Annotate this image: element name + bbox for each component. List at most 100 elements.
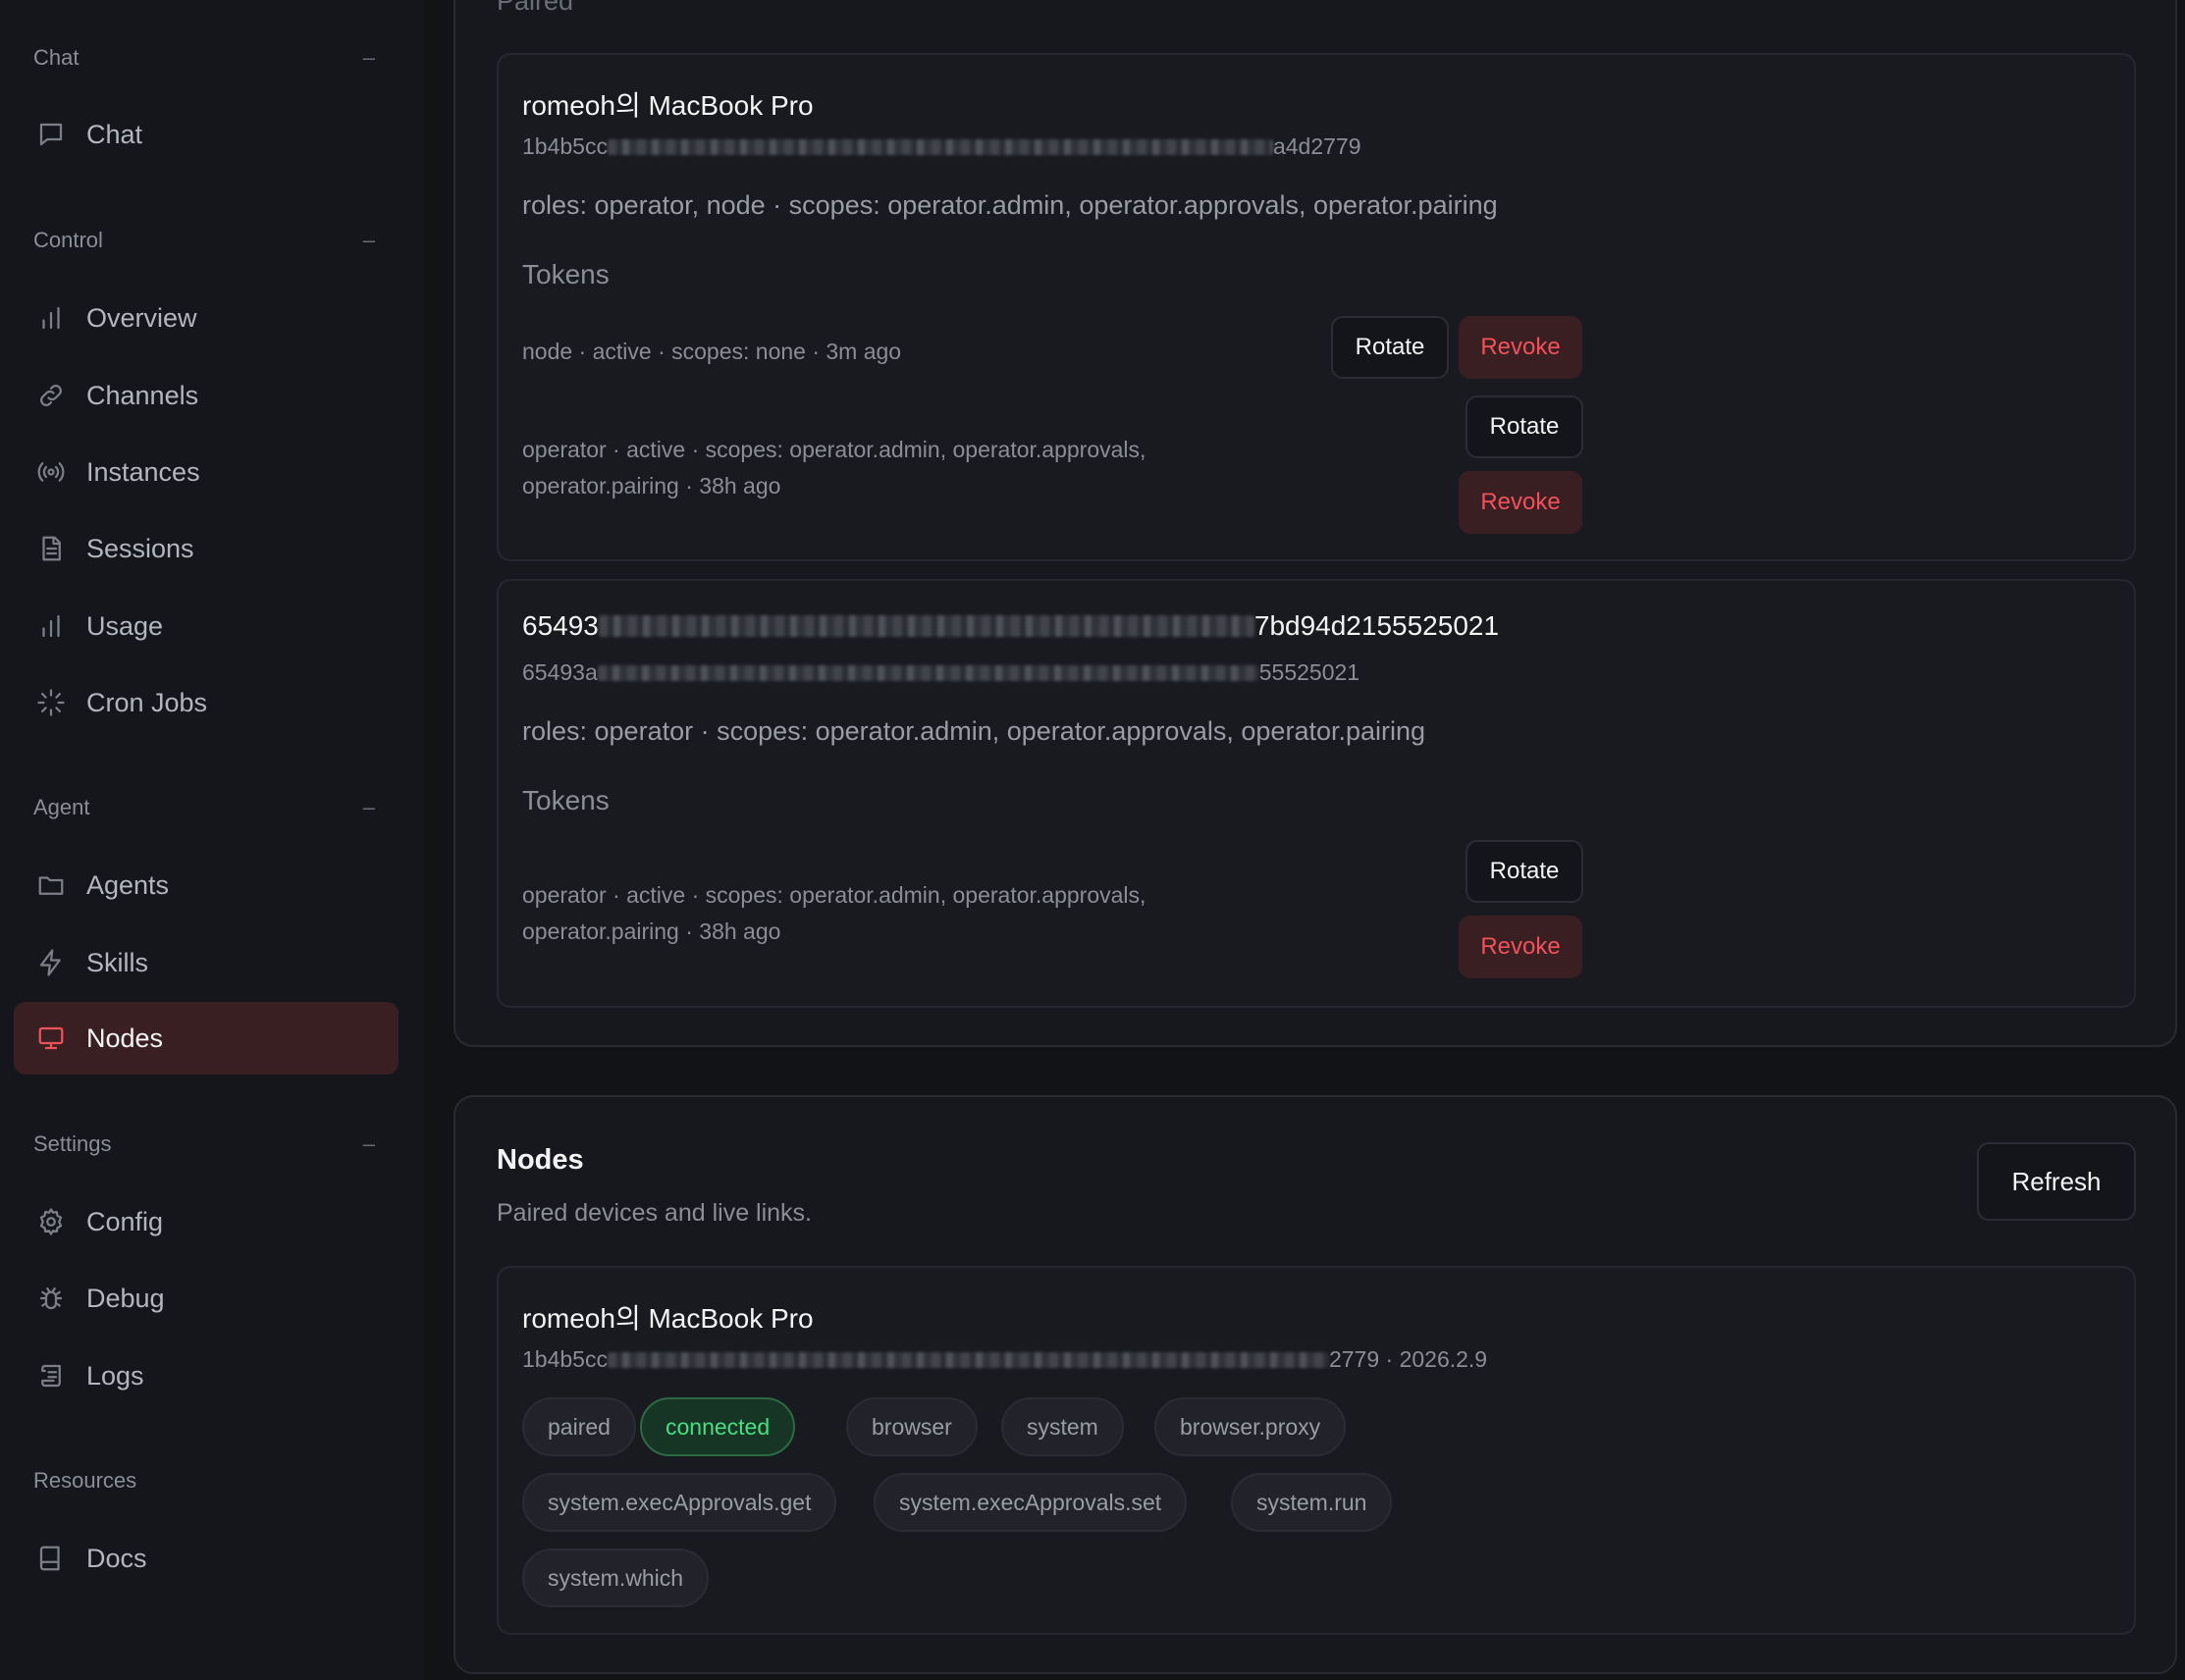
- device-roles: roles: operator, node · scopes: operator…: [522, 190, 1498, 220]
- sidebar-item-label: Usage: [86, 610, 164, 641]
- sidebar-item-label: Cron Jobs: [86, 687, 208, 717]
- sidebar-item-label: Agents: [86, 869, 170, 900]
- sidebar-item-nodes[interactable]: Nodes: [14, 1002, 399, 1075]
- device-id-suffix: 55525021: [1258, 659, 1360, 685]
- group-label: Control: [33, 228, 103, 252]
- node-id-suffix: 2779 · 2026.2.9: [1328, 1346, 1488, 1372]
- sidebar-item-label: Instances: [86, 456, 200, 487]
- device-roles: roles: operator · scopes: operator.admin…: [522, 716, 1426, 746]
- node-card: romeoh의 MacBook Pro 1b4b5cc 2779 · 2026.…: [497, 1266, 2136, 1635]
- status-badge-connected: connected: [640, 1397, 796, 1456]
- token-info-line: operator · active · scopes: operator.adm…: [522, 882, 1146, 908]
- tokens-label: Tokens: [522, 259, 610, 289]
- device-id-suffix: a4d2779: [1272, 133, 1361, 159]
- redacted-id: [607, 1351, 1329, 1368]
- chat-bubble-icon: [35, 119, 67, 150]
- sidebar-item-label: Skills: [86, 947, 149, 977]
- tokens-label: Tokens: [522, 785, 610, 815]
- sidebar-item-label: Debug: [86, 1283, 165, 1313]
- device-id-prefix: 65493a: [522, 659, 598, 685]
- sidebar-item-instances[interactable]: Instances: [14, 436, 399, 508]
- collapse-icon[interactable]: –: [363, 45, 379, 71]
- sidebar-item-label: Overview: [86, 302, 197, 333]
- revoke-button[interactable]: Revoke: [1459, 916, 1582, 978]
- rotate-button[interactable]: Rotate: [1466, 395, 1583, 458]
- redacted-name: [598, 615, 1254, 637]
- capability-chip: browser: [846, 1397, 978, 1456]
- sidebar-item-logs[interactable]: Logs: [14, 1339, 399, 1412]
- group-header-chat[interactable]: Chat –: [33, 38, 379, 78]
- refresh-button[interactable]: Refresh: [1977, 1142, 2136, 1221]
- group-label: Agent: [33, 795, 90, 819]
- bug-icon: [35, 1283, 67, 1314]
- device-name-suffix: 7bd94d2155525021: [1253, 610, 1500, 641]
- sidebar-item-skills[interactable]: Skills: [14, 926, 399, 999]
- sidebar-item-channels[interactable]: Channels: [14, 359, 399, 432]
- capability-chip: system.execApprovals.set: [874, 1473, 1188, 1532]
- capability-chip: system: [1001, 1397, 1124, 1456]
- collapse-icon[interactable]: –: [363, 228, 379, 253]
- sidebar: Chat – Chat Control – Overview Channels …: [0, 0, 424, 1680]
- token-info-line: operator.pairing · 38h ago: [522, 473, 781, 499]
- token-info-line: operator.pairing · 38h ago: [522, 919, 781, 944]
- rotate-button[interactable]: Rotate: [1466, 840, 1583, 903]
- token-info: node · active · scopes: none · 3m ago: [522, 339, 902, 364]
- sidebar-item-cron-jobs[interactable]: Cron Jobs: [14, 666, 399, 739]
- capability-chip: system.run: [1231, 1473, 1393, 1532]
- sidebar-item-label: Channels: [86, 380, 199, 410]
- device-id-prefix: 1b4b5cc: [522, 133, 608, 159]
- sidebar-item-config[interactable]: Config: [14, 1185, 399, 1258]
- group-label: Chat: [33, 45, 80, 70]
- capability-chip: system.which: [522, 1549, 710, 1607]
- collapse-icon[interactable]: –: [363, 1131, 379, 1157]
- node-id: 1b4b5cc 2779 · 2026.2.9: [522, 1346, 1487, 1373]
- nodes-title: Nodes: [497, 1144, 584, 1176]
- paired-heading: Paired: [497, 0, 574, 16]
- revoke-button[interactable]: Revoke: [1459, 316, 1582, 379]
- paired-device-card: 65493 7bd94d2155525021 65493a 55525021 r…: [497, 579, 2136, 1008]
- sidebar-item-agents[interactable]: Agents: [14, 849, 399, 921]
- sidebar-item-label: Docs: [86, 1543, 147, 1573]
- file-icon: [35, 533, 67, 564]
- group-header-agent[interactable]: Agent –: [33, 788, 379, 827]
- device-id: 65493a 55525021: [522, 659, 1359, 686]
- sidebar-item-chat[interactable]: Chat: [14, 98, 399, 171]
- capability-chip: paired: [522, 1397, 636, 1456]
- sidebar-item-label: Sessions: [86, 533, 194, 563]
- link-icon: [35, 380, 67, 411]
- device-name: 65493 7bd94d2155525021: [522, 610, 1499, 642]
- redacted-id: [607, 138, 1273, 155]
- token-info-line: operator · active · scopes: operator.adm…: [522, 437, 1146, 462]
- zap-icon: [35, 947, 67, 978]
- paired-panel: Paired romeoh의 MacBook Pro 1b4b5cc a4d27…: [453, 0, 2177, 1047]
- monitor-icon: [35, 1023, 67, 1054]
- rotate-button[interactable]: Rotate: [1331, 316, 1449, 379]
- sidebar-item-label: Chat: [86, 119, 143, 149]
- revoke-button[interactable]: Revoke: [1459, 471, 1582, 534]
- sidebar-item-overview[interactable]: Overview: [14, 282, 399, 354]
- group-header-control[interactable]: Control –: [33, 221, 379, 260]
- bar-chart-icon: [35, 610, 67, 642]
- sidebar-item-sessions[interactable]: Sessions: [14, 512, 399, 585]
- radio-icon: [35, 456, 67, 488]
- capability-chip: system.execApprovals.get: [522, 1473, 837, 1532]
- token-info: operator · active · scopes: operator.adm…: [522, 877, 1146, 950]
- sidebar-item-usage[interactable]: Usage: [14, 590, 399, 662]
- group-label: Resources: [33, 1468, 137, 1493]
- paired-device-card: romeoh의 MacBook Pro 1b4b5cc a4d2779 role…: [497, 53, 2136, 561]
- device-name-prefix: 65493: [522, 610, 599, 641]
- scroll-icon: [35, 1360, 67, 1391]
- group-header-settings[interactable]: Settings –: [33, 1125, 379, 1164]
- redacted-id: [597, 664, 1259, 681]
- nodes-subtitle: Paired devices and live links.: [497, 1199, 812, 1227]
- group-label: Settings: [33, 1131, 112, 1156]
- group-header-resources: Resources: [33, 1461, 379, 1500]
- collapse-icon[interactable]: –: [363, 795, 379, 820]
- node-id-prefix: 1b4b5cc: [522, 1346, 608, 1372]
- sidebar-item-label: Nodes: [86, 1023, 164, 1053]
- sidebar-item-debug[interactable]: Debug: [14, 1262, 399, 1335]
- node-name: romeoh의 MacBook Pro: [522, 1303, 814, 1334]
- device-id: 1b4b5cc a4d2779: [522, 133, 1361, 160]
- sidebar-item-docs[interactable]: Docs: [14, 1522, 399, 1595]
- bar-chart-icon: [35, 302, 67, 334]
